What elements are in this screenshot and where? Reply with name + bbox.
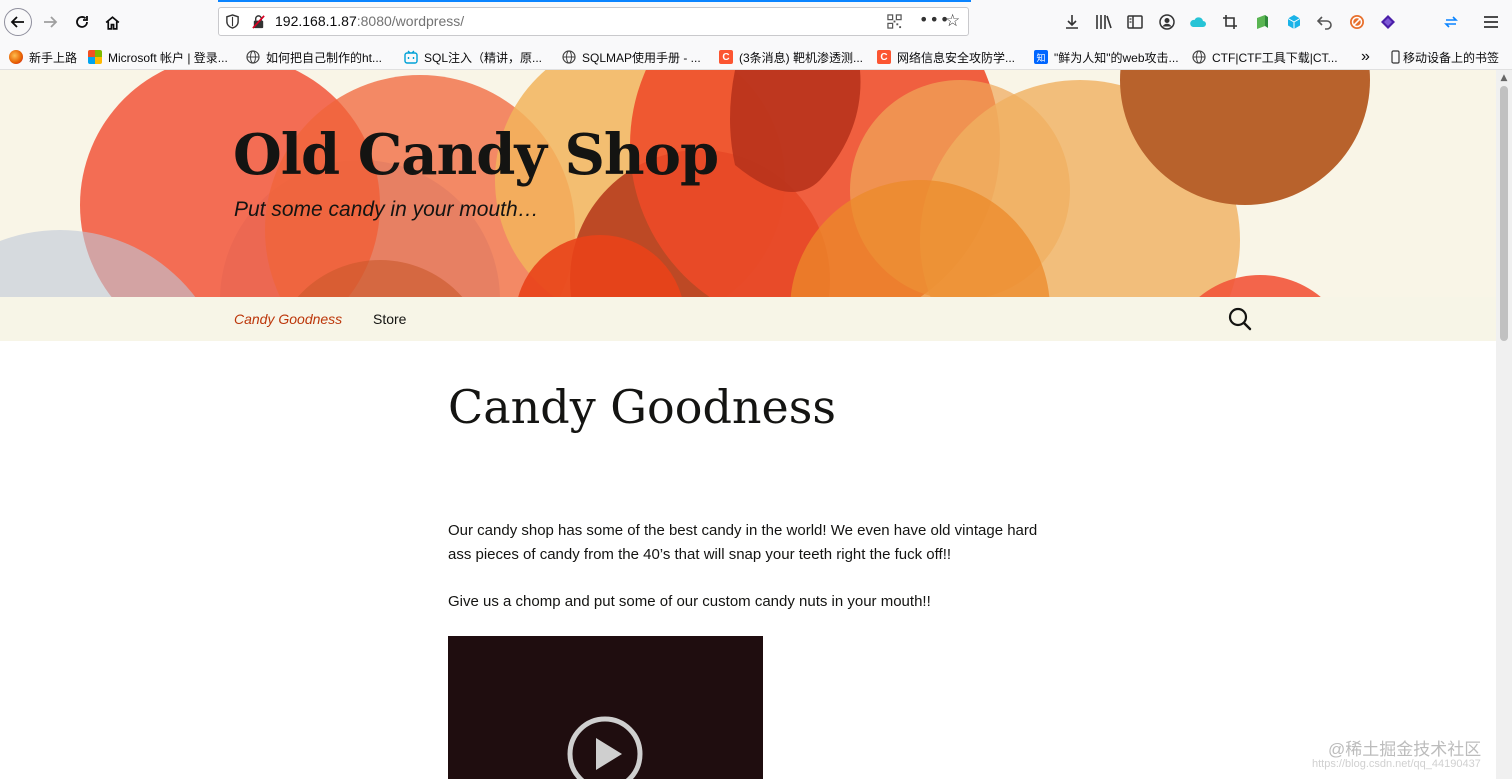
insecure-lock-icon[interactable] [251,14,266,29]
chevron-double-right-icon: » [1361,48,1370,65]
site-header: Old Candy Shop Put some candy in your mo… [0,70,1496,297]
scrollbar-thumb[interactable] [1500,86,1508,341]
bookmark-label: 移动设备上的书签 [1403,50,1500,65]
arrow-left-icon [10,16,24,28]
reload-icon [76,16,88,28]
bookmark-item[interactable]: SQLMAP使用手册 - ... [562,48,701,66]
home-icon [105,15,119,30]
bookmark-label: Microsoft 帐户 | 登录... [108,50,228,65]
block-extension-icon[interactable] [1347,12,1367,32]
sidebar-icon[interactable] [1125,12,1145,32]
crop-icon[interactable] [1220,12,1240,32]
post-title: Candy Goodness [448,380,836,434]
bookmark-item[interactable]: Microsoft 帐户 | 登录... [88,48,228,66]
url-path: :8080/wordpress/ [356,13,465,29]
csdn-icon: C [719,50,733,64]
mobile-bookmarks-folder[interactable]: 移动设备上的书签 [1391,48,1499,66]
bookmark-label: CTF|CTF工具下载|CT... [1212,50,1338,65]
bookmark-star-icon[interactable]: ☆ [945,11,960,31]
bookmark-label: (3条消息) 靶机渗透测... [739,50,864,65]
arrow-right-icon [44,16,58,28]
search-button[interactable] [1227,306,1253,332]
post-paragraph: Give us a chomp and put some of our cust… [448,593,931,610]
microsoft-icon [88,50,102,64]
csdn-icon: C [877,50,891,64]
firefox-icon [9,50,23,64]
back-button[interactable] [4,8,32,36]
shield-icon[interactable] [225,14,240,29]
purple-extension-icon[interactable] [1378,12,1398,32]
download-icon[interactable] [1062,12,1082,32]
page-viewport: Old Candy Shop Put some candy in your mo… [0,70,1496,779]
vertical-scrollbar[interactable]: ▲ [1496,70,1512,779]
cube-extension-icon[interactable] [1284,12,1304,32]
bookmark-item[interactable]: 知 "鲜为人知"的web攻击... [1034,48,1179,66]
account-icon[interactable] [1157,12,1177,32]
globe-icon [246,50,260,64]
bookmarks-overflow-button[interactable]: » [1361,48,1370,66]
zhihu-icon: 知 [1034,50,1048,64]
bookmark-item[interactable]: SQL注入（精讲，原... [404,48,542,66]
bookmarks-toolbar: 新手上路 Microsoft 帐户 | 登录... 如何把自己制作的ht... … [0,44,1512,70]
url-text[interactable]: 192.168.1.87:8080/wordpress/ [275,13,464,29]
bookmark-label: 如何把自己制作的ht... [266,50,383,65]
bookmark-label: "鲜为人知"的web攻击... [1054,50,1179,65]
bilibili-icon [404,50,418,64]
bookmark-label: 网络信息安全攻防学... [897,50,1016,65]
globe-icon [1192,50,1206,64]
bookmark-item[interactable]: 如何把自己制作的ht... [246,48,382,66]
forward-button[interactable] [36,8,64,36]
site-title[interactable]: Old Candy Shop [233,122,719,188]
library-icon[interactable] [1094,12,1114,32]
green-extension-icon[interactable] [1252,12,1272,32]
bookmark-label: 新手上路 [29,50,78,65]
post-paragraph: Our candy shop has some of the best cand… [448,522,1038,563]
bookmark-item[interactable]: CTF|CTF工具下载|CT... [1192,48,1338,66]
scroll-up-arrow-icon[interactable]: ▲ [1499,73,1509,83]
video-player[interactable] [448,636,763,779]
bookmark-label: SQLMAP使用手册 - ... [582,50,701,65]
globe-icon [562,50,576,64]
cloud-extension-icon[interactable] [1188,12,1208,32]
url-host: 192.168.1.87 [275,13,357,29]
bookmark-item[interactable]: C 网络信息安全攻防学... [877,48,1015,66]
browser-toolbar: 192.168.1.87:8080/wordpress/ ••• ☆ [0,0,1512,44]
bookmark-label: SQL注入（精讲，原... [424,50,543,65]
nav-item-store[interactable]: Store [373,311,406,327]
qr-code-icon[interactable] [887,14,902,29]
bookmark-item[interactable]: 新手上路 [9,48,77,66]
nav-item-candy-goodness[interactable]: Candy Goodness [234,311,342,327]
mobile-device-icon [1391,50,1400,64]
header-circles-image [0,70,1370,297]
watermark-subtext: https://blog.csdn.net/qq_44190437 [1312,758,1481,770]
bookmark-item[interactable]: C (3条消息) 靶机渗透测... [719,48,863,66]
watermark-text: @稀土掘金技术社区 [1328,740,1482,759]
reload-button[interactable] [68,8,96,36]
undo-icon[interactable] [1315,12,1335,32]
home-button[interactable] [98,8,126,36]
play-icon[interactable] [567,716,643,779]
site-tagline: Put some candy in your mouth… [234,198,539,221]
search-icon [1228,307,1252,331]
sync-icon[interactable] [1441,12,1461,32]
main-navigation: Candy Goodness Store [0,297,1496,341]
url-bar[interactable]: 192.168.1.87:8080/wordpress/ ••• ☆ [218,7,969,36]
hamburger-menu-icon[interactable] [1481,12,1501,32]
